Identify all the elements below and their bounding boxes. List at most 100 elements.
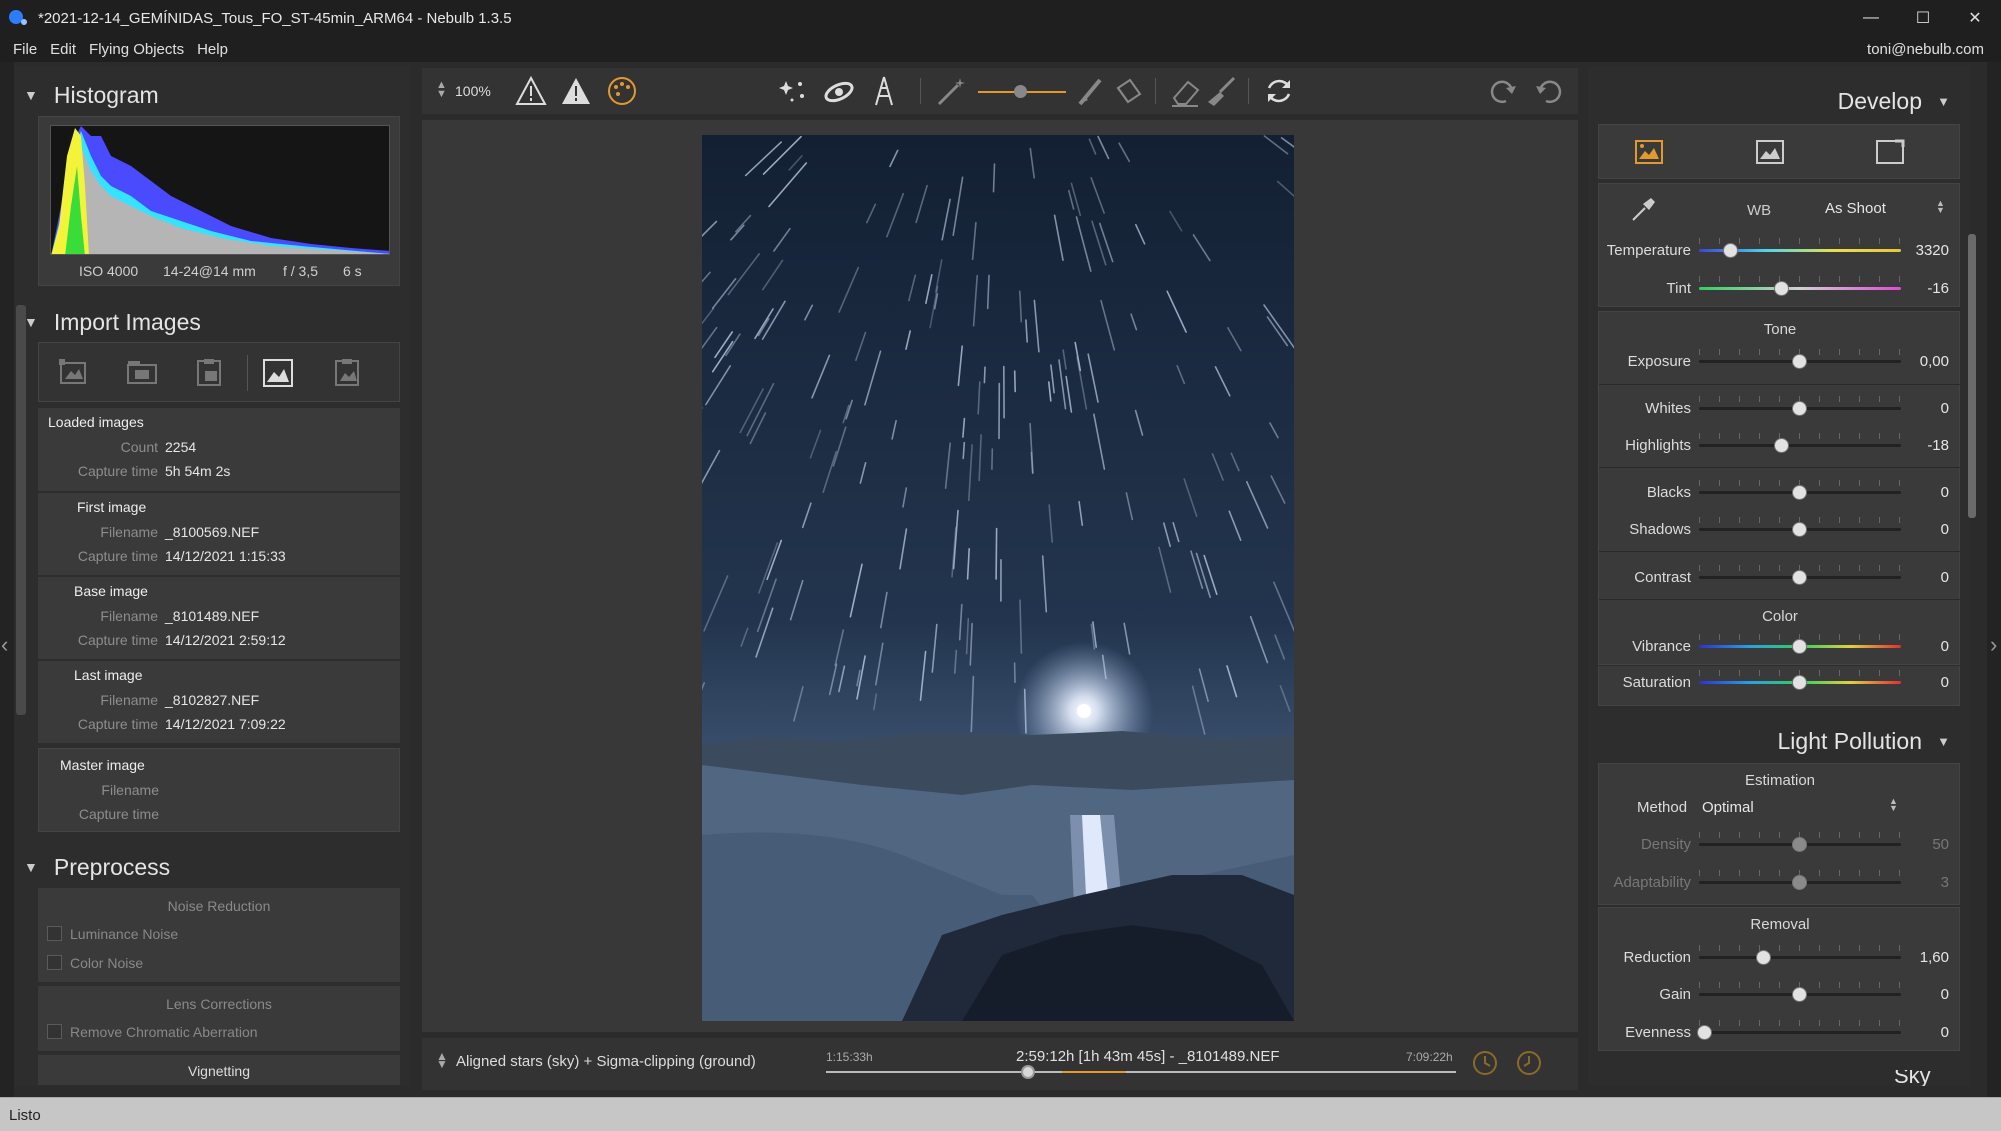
slider-value[interactable]: 50 [1932,836,1949,853]
wb-preset[interactable]: As Shoot [1825,200,1886,217]
left-panel-toggle[interactable]: ‹ [0,62,14,1097]
slider-value[interactable]: 3 [1941,874,1949,891]
slider-value[interactable]: 0 [1941,484,1949,501]
slider-thumb[interactable] [1697,1025,1713,1040]
color-noise-checkbox[interactable] [47,955,62,970]
clock-back-icon[interactable] [1514,1048,1544,1078]
gain-slider[interactable]: Gain 0 [1599,982,1961,1006]
left-scrollbar[interactable] [16,305,26,715]
slider-thumb[interactable] [1792,570,1807,585]
redo-icon[interactable] [1486,74,1520,108]
slider-value[interactable]: 0 [1941,569,1949,586]
temperature-slider[interactable]: Temperature 3320 [1599,238,1961,262]
right-scrollbar[interactable] [1968,234,1976,518]
slider-value[interactable]: 0 [1941,986,1949,1003]
luminance-noise-checkbox[interactable] [47,926,62,941]
saturation-slider[interactable]: Saturation 0 [1599,670,1961,694]
undo-icon[interactable] [1532,74,1566,108]
method-select[interactable]: Optimal [1702,799,1754,816]
base-image-icon[interactable] [261,357,295,389]
slider-thumb[interactable] [1792,675,1807,690]
evenness-slider[interactable]: Evenness 0 [1599,1020,1961,1044]
zoom-level[interactable]: 100% [455,83,491,99]
last-image-group[interactable]: Last image Filename _8102827.NEF Capture… [38,661,400,743]
sky-mask-icon[interactable] [822,74,856,108]
menu-file[interactable]: File [13,41,37,58]
brush-icon[interactable] [1074,74,1108,108]
stacking-mode[interactable]: Aligned stars (sky) + Sigma-clipping (gr… [456,1053,756,1070]
light-pollution-header[interactable]: Light Pollution ▼ [1778,728,1951,755]
reduction-slider[interactable]: Reduction 1,60 [1599,945,1961,969]
slider-value[interactable]: 0 [1941,1024,1949,1041]
tint-slider[interactable]: Tint -16 [1599,276,1961,300]
menu-help[interactable]: Help [197,41,228,58]
broom-icon[interactable] [1204,74,1238,108]
import-images-icon[interactable] [57,357,91,389]
develop-picture-tab-icon[interactable] [1755,139,1785,170]
slider-value[interactable]: -18 [1927,437,1949,454]
slider-value[interactable]: 0 [1941,521,1949,538]
highlights-slider[interactable]: Highlights -18 [1599,433,1961,457]
menu-flying-objects[interactable]: Flying Objects [89,41,184,58]
sky-header-partial[interactable]: Sky [1894,1070,1940,1086]
import-folder-icon[interactable] [125,357,159,389]
magic-wand-icon[interactable] [934,74,968,108]
slider-track[interactable] [1699,287,1901,290]
timeline-track[interactable] [826,1071,1456,1073]
slider-track[interactable] [1699,444,1901,447]
maximize-button[interactable]: ☐ [1897,0,1949,36]
whites-slider[interactable]: Whites 0 [1599,396,1961,420]
slider-thumb[interactable] [1773,438,1789,453]
stars-icon[interactable] [776,74,810,108]
adaptability-slider[interactable]: Adaptability 3 [1599,870,1961,894]
wb-spinner-icon[interactable]: ▲ ▼ [1936,199,1945,215]
slider-value[interactable]: -16 [1927,280,1949,297]
slider-track[interactable] [1699,1031,1901,1034]
minimize-button[interactable]: — [1845,0,1897,36]
exposure-slider[interactable]: Exposure 0,00 [1599,349,1961,373]
tower-icon[interactable] [867,74,901,108]
first-image-group[interactable]: First image Filename _8100569.NEF Captur… [38,493,400,575]
vibrance-slider[interactable]: Vibrance 0 [1599,634,1961,658]
bucket-icon[interactable] [1110,74,1144,108]
develop-frame-tab-icon[interactable] [1875,139,1905,170]
master-image-group[interactable]: Master image Filename Capture time [38,748,400,832]
mode-spinner-icon[interactable]: ▲ ▼ [436,1050,448,1070]
image-viewer[interactable] [422,120,1578,1032]
slider-value[interactable]: 0 [1941,400,1949,417]
slider-value[interactable]: 3320 [1916,242,1949,259]
develop-image-tab-icon[interactable] [1634,139,1664,170]
base-image-group[interactable]: Base image Filename _8101489.NEF Capture… [38,577,400,659]
warning-outline-icon[interactable] [514,74,548,108]
shadows-slider[interactable]: Shadows 0 [1599,517,1961,541]
close-button[interactable]: ✕ [1949,0,2001,36]
brush-size-thumb[interactable] [1014,85,1027,98]
slider-thumb[interactable] [1792,875,1807,890]
right-panel-toggle[interactable]: › [1987,62,2001,1097]
slider-thumb[interactable] [1792,987,1807,1002]
clock-forward-icon[interactable] [1470,1048,1500,1078]
slider-thumb[interactable] [1792,837,1807,852]
slider-value[interactable]: 1,60 [1920,949,1949,966]
preview-image[interactable] [702,135,1294,1021]
slider-value[interactable]: 0,00 [1920,353,1949,370]
import-header[interactable]: ▼ Import Images [24,305,201,339]
slider-track[interactable] [1699,956,1901,959]
chromatic-aberration-checkbox[interactable] [47,1024,62,1039]
zoom-spinner-icon[interactable]: ▲ ▼ [436,80,447,100]
menu-edit[interactable]: Edit [50,41,76,58]
slider-thumb[interactable] [1792,639,1807,654]
master-image-icon[interactable] [331,357,365,389]
eyedropper-icon[interactable] [1629,194,1657,227]
density-slider[interactable]: Density 50 [1599,832,1961,856]
warning-filled-icon[interactable] [559,74,593,108]
refresh-icon[interactable] [1262,74,1296,108]
palette-icon[interactable] [605,74,639,108]
import-clipboard-icon[interactable] [193,357,227,389]
slider-thumb[interactable] [1792,485,1807,500]
slider-thumb[interactable] [1792,354,1807,369]
user-account[interactable]: toni@nebulb.com [1867,41,1984,58]
slider-thumb[interactable] [1792,522,1807,537]
slider-thumb[interactable] [1773,281,1789,296]
contrast-slider[interactable]: Contrast 0 [1599,565,1961,589]
